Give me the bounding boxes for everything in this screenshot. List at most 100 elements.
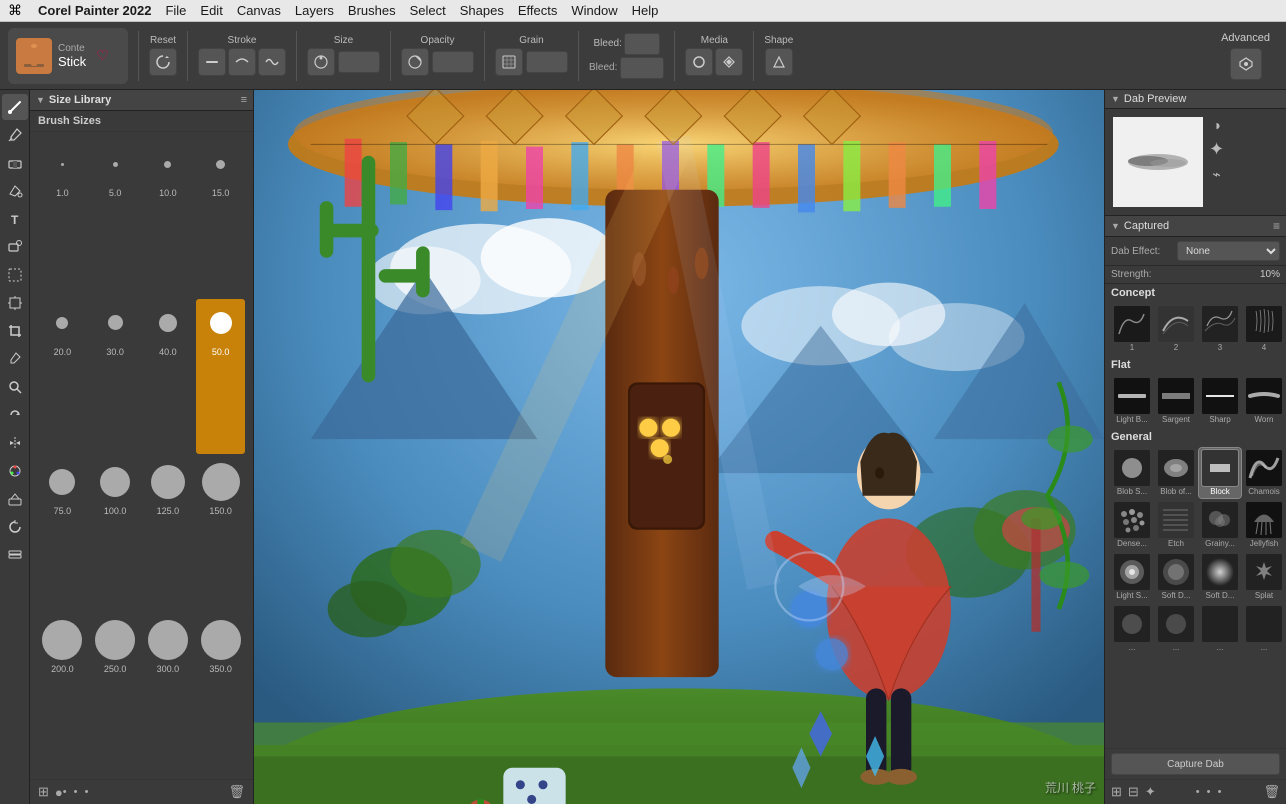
rbc-delete-button[interactable]: 🗑 bbox=[1263, 784, 1280, 800]
concept-brush-1[interactable]: 1 bbox=[1111, 304, 1153, 354]
tool-fill[interactable] bbox=[2, 178, 28, 204]
menu-brushes[interactable]: Brushes bbox=[348, 3, 396, 18]
tool-eyedropper[interactable] bbox=[2, 346, 28, 372]
gen-brush-jellyfish[interactable]: Jellyfish bbox=[1243, 500, 1285, 550]
rbc-star-button[interactable]: ✦ bbox=[1145, 784, 1156, 800]
menu-shapes[interactable]: Shapes bbox=[460, 3, 504, 18]
size-input[interactable]: 40.0 bbox=[338, 51, 380, 73]
gen-brush-blob-of[interactable]: Blob of... bbox=[1155, 448, 1197, 498]
tool-magnify[interactable] bbox=[2, 374, 28, 400]
brush-panel-header[interactable]: ▼ Size Library ≡ bbox=[30, 90, 253, 111]
tool-eraser[interactable] bbox=[2, 150, 28, 176]
brush-size-15.0[interactable]: 15.0 bbox=[196, 140, 245, 295]
tool-shape[interactable] bbox=[2, 234, 28, 260]
stroke-btn-3[interactable] bbox=[258, 48, 286, 76]
rbc-import-button[interactable]: ⊞ bbox=[1111, 784, 1122, 800]
captured-menu-icon[interactable]: ≡ bbox=[1273, 219, 1280, 233]
gen-brush-extra2[interactable]: ... bbox=[1155, 604, 1197, 654]
gen-brush-block[interactable]: Block bbox=[1199, 448, 1241, 498]
tool-brush[interactable] bbox=[2, 94, 28, 120]
grain-input[interactable]: 95% bbox=[526, 51, 568, 73]
flat-brush-2[interactable]: Sargent bbox=[1155, 376, 1197, 426]
menu-help[interactable]: Help bbox=[632, 3, 659, 18]
apple-menu[interactable]: ⌘ bbox=[8, 2, 22, 19]
gen-brush-grainy[interactable]: Grainy... bbox=[1199, 500, 1241, 550]
capture-dab-button[interactable]: Capture Dab bbox=[1111, 753, 1280, 775]
brush-size-10.0[interactable]: 10.0 bbox=[144, 140, 193, 295]
shape-btn[interactable] bbox=[765, 48, 793, 76]
flat-brush-1[interactable]: Light B... bbox=[1111, 376, 1153, 426]
tool-layers-icon[interactable] bbox=[2, 542, 28, 568]
brush-size-100.0[interactable]: 100.0 bbox=[91, 458, 140, 613]
tool-mirror[interactable] bbox=[2, 430, 28, 456]
menu-window[interactable]: Window bbox=[571, 3, 617, 18]
rbc-export-button[interactable]: ⊟ bbox=[1128, 784, 1139, 800]
brush-size-20.0[interactable]: 20.0 bbox=[38, 299, 87, 454]
tool-history[interactable] bbox=[2, 514, 28, 540]
brush-size-40.0[interactable]: 40.0 bbox=[144, 299, 193, 454]
library-icon[interactable]: ⊞ bbox=[38, 784, 49, 800]
dab-effect-select[interactable]: None bbox=[1177, 241, 1280, 261]
brush-size-1.0[interactable]: 1.0 bbox=[38, 140, 87, 295]
gen-brush-extra3[interactable]: ... bbox=[1199, 604, 1241, 654]
tool-rotate[interactable] bbox=[2, 402, 28, 428]
gen-brush-blob-s[interactable]: Blob S... bbox=[1111, 448, 1153, 498]
opacity-input[interactable]: 70% bbox=[432, 51, 474, 73]
menu-edit[interactable]: Edit bbox=[200, 3, 222, 18]
dab-rotate-button[interactable]: ⌁ bbox=[1212, 166, 1220, 183]
brush-size-125.0[interactable]: 125.0 bbox=[144, 458, 193, 613]
brush-size-75.0[interactable]: 75.0 bbox=[38, 458, 87, 613]
more-options[interactable]: • • • bbox=[63, 786, 91, 798]
stroke-btn-1[interactable] bbox=[198, 48, 226, 76]
panel-menu-icon[interactable]: ≡ bbox=[241, 94, 247, 106]
delete-size-button[interactable]: 🗑 bbox=[228, 784, 245, 800]
circle-icon[interactable]: ● bbox=[55, 785, 63, 800]
rbc-more-options[interactable]: • • • bbox=[1196, 786, 1224, 798]
menu-file[interactable]: File bbox=[165, 3, 186, 18]
menu-app-name[interactable]: Corel Painter 2022 bbox=[38, 3, 151, 18]
stroke-btn-2[interactable] bbox=[228, 48, 256, 76]
menu-canvas[interactable]: Canvas bbox=[237, 3, 281, 18]
tool-select[interactable] bbox=[2, 262, 28, 288]
tool-text[interactable]: T bbox=[2, 206, 28, 232]
size-dial-button[interactable] bbox=[307, 48, 335, 76]
gen-brush-soft-d2[interactable]: Soft D... bbox=[1199, 552, 1241, 602]
menu-effects[interactable]: Effects bbox=[518, 3, 558, 18]
concept-brush-2[interactable]: 2 bbox=[1155, 304, 1197, 354]
brush-size-30.0[interactable]: 30.0 bbox=[91, 299, 140, 454]
brush-size-150.0[interactable]: 150.0 bbox=[196, 458, 245, 613]
flat-brush-3[interactable]: Sharp bbox=[1199, 376, 1241, 426]
gen-brush-extra1[interactable]: ... bbox=[1111, 604, 1153, 654]
brush-size-250.0[interactable]: 250.0 bbox=[91, 616, 140, 771]
gen-brush-soft-d1[interactable]: Soft D... bbox=[1155, 552, 1197, 602]
gen-brush-light-s[interactable]: Light S... bbox=[1111, 552, 1153, 602]
menu-select[interactable]: Select bbox=[410, 3, 446, 18]
media-btn-2[interactable] bbox=[715, 48, 743, 76]
tool-crop[interactable] bbox=[2, 318, 28, 344]
brush-size-300.0[interactable]: 300.0 bbox=[144, 616, 193, 771]
menu-layers[interactable]: Layers bbox=[295, 3, 334, 18]
flat-brush-4[interactable]: Worn bbox=[1243, 376, 1285, 426]
bleed-input[interactable]: 100% bbox=[620, 57, 664, 79]
concept-brush-3[interactable]: 3 bbox=[1199, 304, 1241, 354]
gen-brush-etch[interactable]: Etch bbox=[1155, 500, 1197, 550]
favorite-button[interactable]: ♡ bbox=[96, 47, 109, 64]
brush-size-200.0[interactable]: 200.0 bbox=[38, 616, 87, 771]
reset-input[interactable]: 65% bbox=[624, 33, 660, 55]
gen-brush-chamois[interactable]: Chamois bbox=[1243, 448, 1285, 498]
brush-size-5.0[interactable]: 5.0 bbox=[91, 140, 140, 295]
tool-mixer[interactable] bbox=[2, 486, 28, 512]
advanced-button[interactable] bbox=[1230, 48, 1262, 80]
gen-brush-dense[interactable]: Dense... bbox=[1111, 500, 1153, 550]
reset-button[interactable] bbox=[149, 48, 177, 76]
dab-settings-button[interactable]: ✦ bbox=[1209, 139, 1224, 160]
tool-dropper[interactable] bbox=[2, 122, 28, 148]
canvas-area[interactable]: 荒川 桃子 bbox=[254, 90, 1104, 804]
gen-brush-extra4[interactable]: ... bbox=[1243, 604, 1285, 654]
tool-color-palette[interactable] bbox=[2, 458, 28, 484]
media-btn-1[interactable] bbox=[685, 48, 713, 76]
tool-transform[interactable] bbox=[2, 290, 28, 316]
concept-brush-4[interactable]: 4 bbox=[1243, 304, 1285, 354]
brush-size-50.0[interactable]: 50.0 bbox=[196, 299, 245, 454]
gen-brush-splat[interactable]: Splat bbox=[1243, 552, 1285, 602]
